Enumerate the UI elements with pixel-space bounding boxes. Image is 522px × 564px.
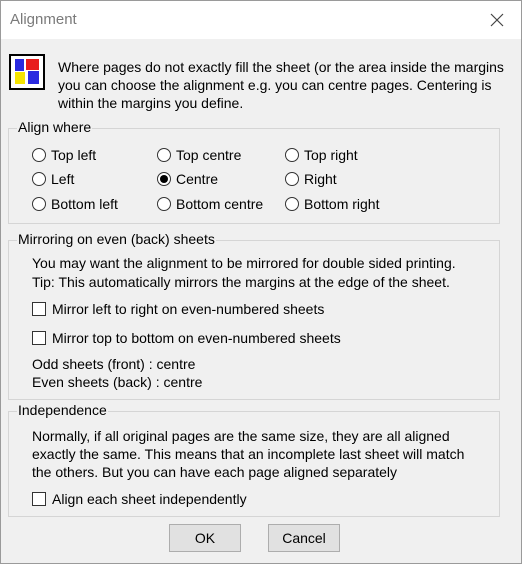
radio-indicator	[157, 197, 171, 211]
radio-selected-dot	[160, 175, 168, 183]
intro-text: Where pages do not exactly fill the shee…	[58, 59, 504, 111]
ok-button[interactable]: OK	[169, 524, 241, 552]
cancel-button[interactable]: Cancel	[268, 524, 340, 552]
align-each-sheet-checkbox[interactable]: Align each sheet independently	[32, 489, 247, 509]
mirroring-legend: Mirroring on even (back) sheets	[17, 230, 216, 248]
radio-indicator	[285, 197, 299, 211]
checkbox-label: Mirror top to bottom on even-numbered sh…	[52, 330, 341, 346]
independence-text-line1: Normally, if all original pages are the …	[32, 428, 450, 444]
radio-top-left[interactable]: Top left	[32, 145, 96, 165]
checkbox-label: Mirror left to right on even-numbered sh…	[52, 301, 325, 317]
odd-sheets-status: Odd sheets (front) : centre	[32, 356, 196, 372]
radio-label: Bottom right	[304, 196, 380, 212]
radio-top-right[interactable]: Top right	[285, 145, 358, 165]
radio-label: Top left	[51, 147, 97, 163]
mirroring-description: You may want the alignment to be mirrore…	[32, 255, 456, 271]
checkbox-box	[32, 492, 46, 506]
radio-indicator	[157, 172, 171, 186]
checkbox-label: Align each sheet independently	[52, 491, 247, 507]
radio-label: Left	[51, 171, 75, 187]
radio-label: Centre	[176, 171, 219, 187]
mirroring-group: Mirroring on even (back) sheets You may …	[8, 230, 500, 400]
radio-indicator	[285, 148, 299, 162]
radio-bottom-left[interactable]: Bottom left	[32, 194, 118, 214]
alignment-dialog: Alignment Where pages do not exactly fil…	[0, 0, 522, 564]
radio-centre[interactable]: Centre	[157, 169, 218, 189]
radio-right[interactable]: Right	[285, 169, 337, 189]
independence-group: Independence Normally, if all original p…	[8, 401, 500, 517]
independence-text-line2: exactly the same. This means that an inc…	[32, 446, 465, 462]
radio-bottom-centre[interactable]: Bottom centre	[157, 194, 263, 214]
close-button[interactable]	[479, 5, 515, 35]
radio-indicator	[32, 148, 46, 162]
mirror-top-bottom-checkbox[interactable]: Mirror top to bottom on even-numbered sh…	[32, 328, 341, 348]
radio-label: Top centre	[176, 147, 242, 163]
mirroring-tip: Tip: This automatically mirrors the marg…	[32, 274, 450, 290]
align-where-legend: Align where	[17, 118, 93, 136]
title-bar: Alignment	[1, 1, 521, 39]
radio-label: Bottom left	[51, 196, 118, 212]
radio-bottom-right[interactable]: Bottom right	[285, 194, 379, 214]
radio-label: Right	[304, 171, 337, 187]
independence-legend: Independence	[17, 401, 108, 419]
window-title: Alignment	[10, 11, 77, 28]
close-icon	[490, 13, 504, 27]
checkbox-box	[32, 302, 46, 316]
checkbox-box	[32, 331, 46, 345]
alignment-icon	[9, 54, 45, 90]
radio-label: Top right	[304, 147, 358, 163]
even-sheets-status: Even sheets (back) : centre	[32, 374, 203, 390]
radio-indicator	[32, 197, 46, 211]
radio-indicator	[157, 148, 171, 162]
align-where-group: Align where Top left Top centre Top righ…	[8, 118, 500, 224]
radio-indicator	[32, 172, 46, 186]
radio-top-centre[interactable]: Top centre	[157, 145, 241, 165]
mirror-left-right-checkbox[interactable]: Mirror left to right on even-numbered sh…	[32, 299, 324, 319]
radio-indicator	[285, 172, 299, 186]
radio-label: Bottom centre	[176, 196, 264, 212]
independence-text-line3: the others. But you can have each page a…	[32, 464, 398, 480]
radio-left[interactable]: Left	[32, 169, 74, 189]
